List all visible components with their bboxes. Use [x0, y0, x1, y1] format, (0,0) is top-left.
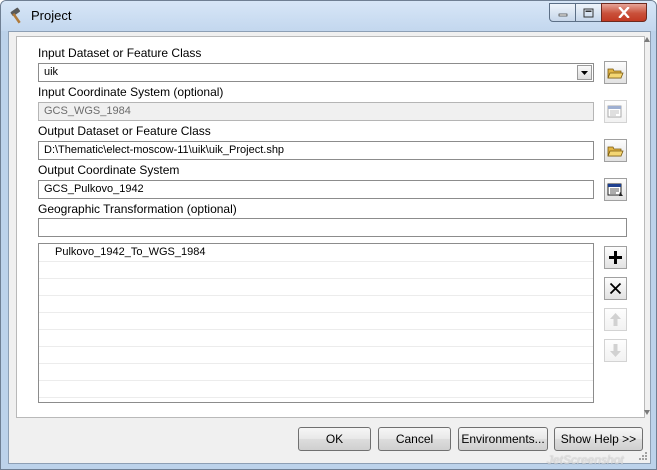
input-dataset-label: Input Dataset or Feature Class — [38, 46, 202, 60]
cancel-button[interactable]: Cancel — [378, 427, 451, 451]
combo-dropdown-button[interactable] — [577, 65, 592, 80]
move-up-button — [604, 308, 627, 331]
empty-list-row — [39, 313, 593, 330]
empty-list-row — [39, 330, 593, 347]
browse-output-button[interactable] — [604, 139, 627, 162]
geo-transformation-label: Geographic Transformation (optional) — [38, 202, 237, 216]
chevron-down-icon — [581, 70, 588, 75]
watermark: JetScreenshot — [547, 453, 624, 467]
maximize-icon — [583, 8, 594, 17]
remove-item-button[interactable] — [604, 277, 627, 300]
empty-list-row — [39, 347, 593, 364]
show-help-button[interactable]: Show Help >> — [554, 427, 643, 451]
empty-list-row — [39, 364, 593, 381]
input-dataset-combo[interactable]: uik — [38, 63, 594, 82]
input-coord-system-field: GCS_WGS_1984 — [38, 102, 594, 121]
move-down-button — [604, 339, 627, 362]
properties-icon — [607, 183, 623, 196]
minimize-button[interactable] — [549, 3, 576, 22]
arrow-down-icon — [610, 344, 621, 357]
input-dataset-value: uik — [44, 66, 59, 78]
arrow-up-icon — [610, 313, 621, 326]
output-dataset-label: Output Dataset or Feature Class — [38, 124, 211, 138]
window-title: Project — [31, 8, 72, 23]
minimize-icon — [558, 13, 567, 16]
delete-x-icon — [609, 282, 622, 295]
geo-transformation-list[interactable]: Pulkovo_1942_To_WGS_1984 — [38, 243, 594, 403]
output-coord-system-field[interactable]: GCS_Pulkovo_1942 — [38, 180, 594, 199]
vertical-scrollbar[interactable] — [644, 36, 650, 416]
properties-icon — [607, 105, 622, 118]
parameters-panel: Input Dataset or Feature Class uik Input… — [16, 36, 645, 418]
scroll-up-icon — [644, 37, 650, 42]
input-coord-properties-button — [604, 100, 627, 123]
input-coord-system-value: GCS_WGS_1984 — [44, 105, 131, 117]
output-coord-system-value: GCS_Pulkovo_1942 — [44, 183, 144, 195]
environments-button[interactable]: Environments... — [458, 427, 548, 451]
output-dataset-value: D:\Thematic\elect-moscow-11\uik\uik_Proj… — [44, 144, 285, 156]
title-bar[interactable]: Project — [1, 1, 656, 31]
empty-list-row — [39, 381, 593, 398]
scroll-down-icon — [644, 410, 650, 415]
empty-list-row — [39, 296, 593, 313]
browse-input-button[interactable] — [604, 61, 627, 84]
project-dialog: Project Input Dataset or Feature Class u… — [0, 0, 657, 470]
open-folder-icon — [607, 146, 624, 156]
ok-button[interactable]: OK — [298, 427, 371, 451]
empty-list-row — [39, 279, 593, 296]
geo-transformation-field[interactable] — [38, 218, 627, 237]
add-item-button[interactable] — [604, 246, 627, 269]
empty-list-row — [39, 262, 593, 279]
hammer-icon — [8, 7, 26, 25]
close-button[interactable] — [601, 3, 647, 22]
output-coord-properties-button[interactable] — [604, 178, 627, 201]
dialog-client-area: Input Dataset or Feature Class uik Input… — [8, 31, 651, 464]
output-coord-system-label: Output Coordinate System — [38, 163, 180, 177]
output-dataset-field[interactable]: D:\Thematic\elect-moscow-11\uik\uik_Proj… — [38, 141, 594, 160]
list-item[interactable]: Pulkovo_1942_To_WGS_1984 — [39, 244, 593, 262]
input-coord-system-label: Input Coordinate System (optional) — [38, 85, 224, 99]
open-folder-icon — [607, 68, 624, 78]
plus-icon — [609, 251, 622, 264]
close-icon — [618, 7, 630, 18]
maximize-button[interactable] — [575, 3, 602, 22]
resize-grip-icon[interactable] — [636, 449, 648, 461]
